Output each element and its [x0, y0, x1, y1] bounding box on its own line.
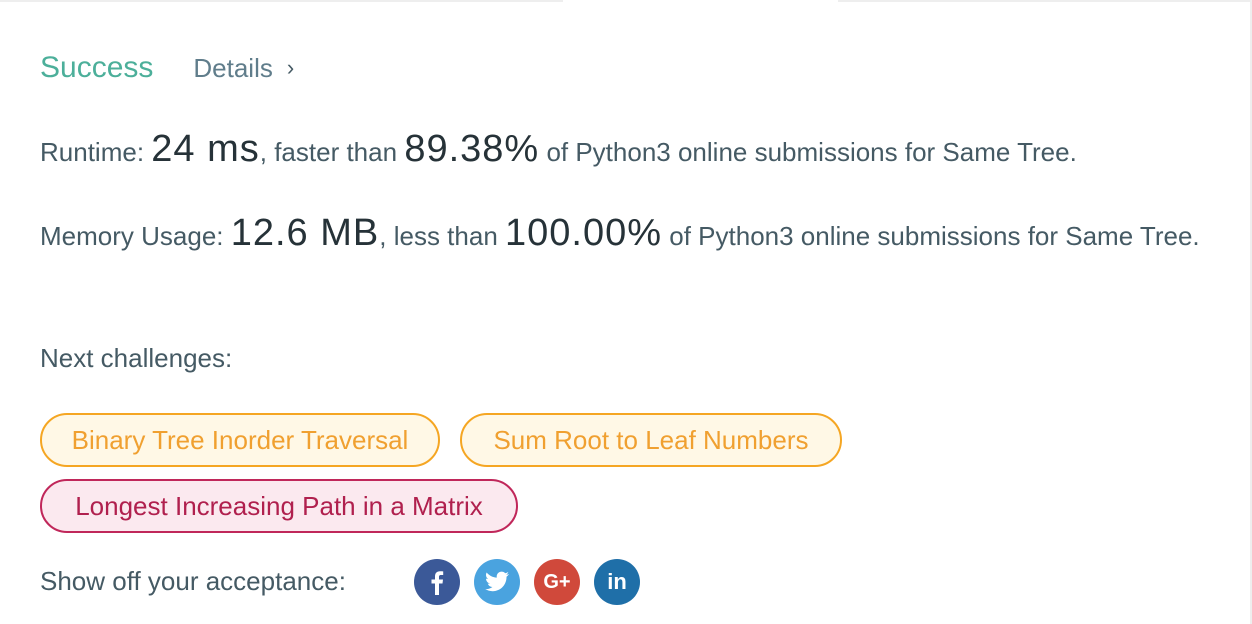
facebook-icon — [431, 571, 444, 595]
details-label: Details — [193, 52, 273, 83]
memory-comparison: , less than — [379, 221, 498, 251]
runtime-percentile: 89.38% — [404, 128, 540, 170]
linkedin-icon: in — [607, 569, 627, 594]
active-tab-gap — [563, 0, 838, 2]
status-result: Success — [40, 51, 154, 84]
runtime-comparison: , faster than — [259, 137, 398, 167]
runtime-suffix: of Python3 online submissions for Same T… — [546, 137, 1077, 167]
twitter-icon — [485, 571, 509, 592]
challenge-tag-sum-root-to-leaf-numbers[interactable]: Sum Root to Leaf Numbers — [460, 413, 842, 467]
google-plus-share-button[interactable]: G+ — [534, 559, 580, 605]
memory-percentile: 100.00% — [505, 212, 663, 254]
challenge-tag-longest-increasing-path[interactable]: Longest Increasing Path in a Matrix — [40, 479, 518, 533]
memory-label: Memory Usage: — [40, 221, 224, 251]
chevron-right-icon: › — [286, 55, 295, 80]
runtime-value: 24 ms — [151, 128, 260, 170]
challenge-tag-binary-tree-inorder-traversal[interactable]: Binary Tree Inorder Traversal — [40, 413, 440, 467]
twitter-share-button[interactable] — [474, 559, 520, 605]
memory-line: Memory Usage: 12.6 MB, less than 100.00%… — [40, 212, 1210, 257]
facebook-share-button[interactable] — [414, 559, 460, 605]
runtime-line: Runtime: 24 ms, faster than 89.38% of Py… — [40, 128, 1210, 173]
memory-value: 12.6 MB — [230, 212, 380, 254]
linkedin-share-button[interactable]: in — [594, 559, 640, 605]
share-buttons: G+ in — [414, 559, 654, 605]
google-plus-icon: G+ — [543, 570, 571, 593]
share-label: Show off your acceptance: — [40, 566, 346, 596]
details-link[interactable]: Details › — [193, 53, 294, 84]
status-row: Success Details › — [40, 48, 294, 88]
memory-suffix: of Python3 online submissions for Same T… — [669, 221, 1200, 251]
runtime-label: Runtime: — [40, 137, 145, 167]
next-challenges-label: Next challenges: — [40, 343, 233, 373]
